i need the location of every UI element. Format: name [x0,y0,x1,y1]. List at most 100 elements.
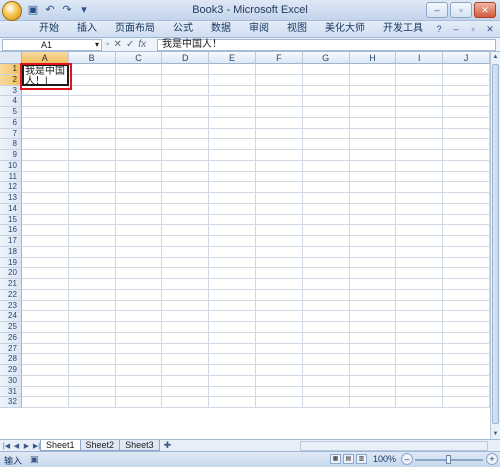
grid-cell[interactable] [349,246,397,258]
grid-cell[interactable] [443,107,490,118]
grid-cell[interactable] [302,236,350,247]
grid-cell[interactable] [396,236,444,247]
horizontal-scrollbar[interactable] [300,441,488,451]
grid-cell[interactable] [209,365,256,376]
grid-cell[interactable] [255,386,303,398]
grid-cell[interactable] [349,203,397,215]
grid-cell[interactable] [21,225,69,236]
grid-cell[interactable] [349,322,397,333]
grid-cell[interactable] [396,300,444,312]
zoom-out-icon[interactable]: – [401,453,413,465]
grid-cell[interactable] [209,279,256,290]
grid-cell[interactable] [349,139,397,150]
grid-cell[interactable] [255,85,303,97]
grid-cell[interactable] [209,354,256,365]
grid-cell[interactable] [443,225,490,236]
grid-cell[interactable] [443,182,490,193]
grid-cell[interactable] [115,160,163,172]
tab-home[interactable]: 开始 [30,21,68,38]
grid-cell[interactable] [115,354,163,365]
grid-cell[interactable] [162,268,210,279]
restore-button[interactable]: ▫ [450,2,472,18]
grid-cell[interactable] [209,160,256,172]
grid-cell[interactable] [209,150,256,161]
grid-cell[interactable] [302,365,350,376]
grid-cell[interactable] [302,386,350,398]
grid-cell[interactable] [396,354,444,365]
grid-cell[interactable] [255,171,303,183]
grid-cell[interactable] [443,332,490,344]
row-header[interactable]: 25 [0,322,22,333]
grid-cell[interactable] [115,375,163,387]
grid-cell[interactable] [162,182,210,193]
row-header[interactable]: 4 [0,96,22,107]
grid-cell[interactable] [302,246,350,258]
zoom-level[interactable]: 100% [373,454,396,464]
grid-cell[interactable] [68,279,116,290]
grid-cell[interactable] [349,160,397,172]
grid-cell[interactable] [209,193,256,204]
grid-cell[interactable] [396,375,444,387]
grid-cell[interactable] [162,343,210,355]
column-header[interactable]: E [209,52,256,64]
grid-cell[interactable] [115,289,163,301]
formula-input[interactable]: 我是中国人！ [157,39,496,51]
column-header[interactable]: G [302,52,350,64]
grid-cell[interactable] [68,397,116,408]
cancel-icon[interactable]: ✕ [114,38,122,51]
grid-cell[interactable] [209,343,256,355]
grid-cell[interactable] [21,365,69,376]
grid-cell[interactable] [209,311,256,322]
grid-cell[interactable] [396,193,444,204]
grid-cell[interactable] [349,375,397,387]
sheet-tab-3[interactable]: Sheet3 [119,440,160,451]
grid-cell[interactable] [162,354,210,365]
grid-cell[interactable] [162,150,210,161]
grid-cell[interactable] [443,85,490,97]
ribbon-close-icon[interactable]: ✕ [483,22,497,36]
grid-cell[interactable] [396,214,444,226]
name-box[interactable]: A1 ▾ [2,39,102,51]
grid-cell[interactable] [209,128,256,140]
help-icon[interactable]: ? [432,22,446,36]
grid-cell[interactable] [68,182,116,193]
grid-cell[interactable] [209,64,256,75]
grid-cell[interactable] [68,268,116,279]
grid-cell[interactable] [115,107,163,118]
grid-cell[interactable] [443,160,490,172]
grid-cell[interactable] [115,322,163,333]
grid-cell[interactable] [255,107,303,118]
grid-cell[interactable] [396,182,444,193]
grid-cell[interactable] [349,171,397,183]
grid-cell[interactable] [162,171,210,183]
scroll-down-icon[interactable]: ▼ [491,429,500,439]
grid-cell[interactable] [349,354,397,365]
tab-insert[interactable]: 插入 [68,21,106,38]
grid-cell[interactable] [396,96,444,107]
grid-cell[interactable] [302,139,350,150]
grid-cell[interactable] [302,397,350,408]
grid-cell[interactable] [115,365,163,376]
grid-cell[interactable] [396,257,444,269]
grid-cell[interactable] [209,214,256,226]
grid-cell[interactable] [162,160,210,172]
grid-cell[interactable] [68,64,116,75]
grid-cell[interactable] [396,203,444,215]
grid-cell[interactable] [349,343,397,355]
grid-cell[interactable] [115,96,163,107]
grid-cell[interactable] [209,236,256,247]
grid-cell[interactable] [255,139,303,150]
grid-cell[interactable] [349,365,397,376]
grid-cell[interactable] [396,332,444,344]
grid-cell[interactable] [115,268,163,279]
grid-cell[interactable] [302,182,350,193]
grid-cell[interactable] [162,322,210,333]
grid-cell[interactable] [115,246,163,258]
grid-cell[interactable] [209,257,256,269]
grid-cell[interactable] [209,386,256,398]
grid-cell[interactable] [162,365,210,376]
grid-cell[interactable] [349,96,397,107]
grid-cell[interactable] [255,375,303,387]
row-header[interactable]: 28 [0,354,22,365]
grid-cell[interactable] [396,107,444,118]
